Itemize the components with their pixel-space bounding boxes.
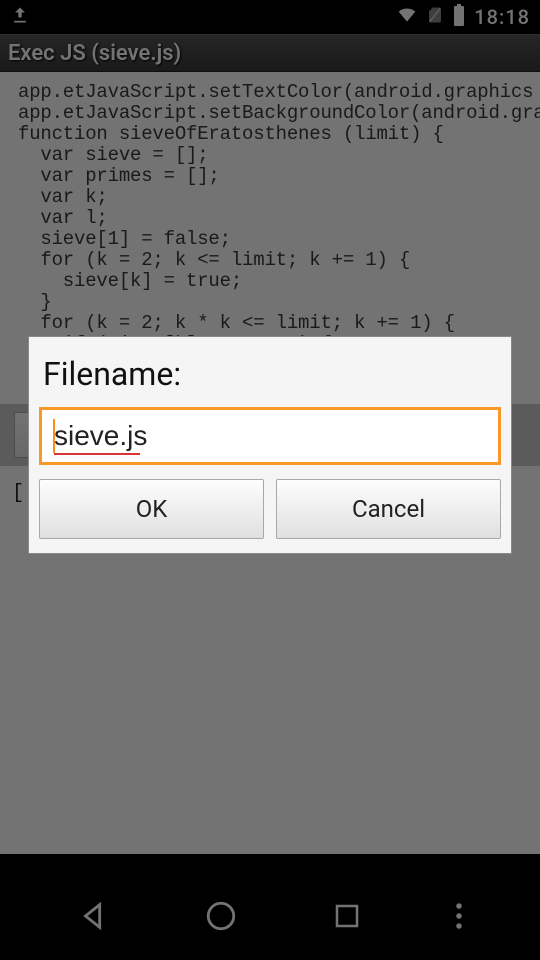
dialog-title: Filename: <box>43 355 501 393</box>
spellcheck-underline <box>54 453 140 455</box>
filename-input[interactable] <box>39 407 501 465</box>
ok-button[interactable]: OK <box>39 479 264 539</box>
filename-dialog: Filename: OK Cancel <box>28 336 512 554</box>
text-cursor <box>53 419 55 453</box>
cancel-button[interactable]: Cancel <box>276 479 501 539</box>
